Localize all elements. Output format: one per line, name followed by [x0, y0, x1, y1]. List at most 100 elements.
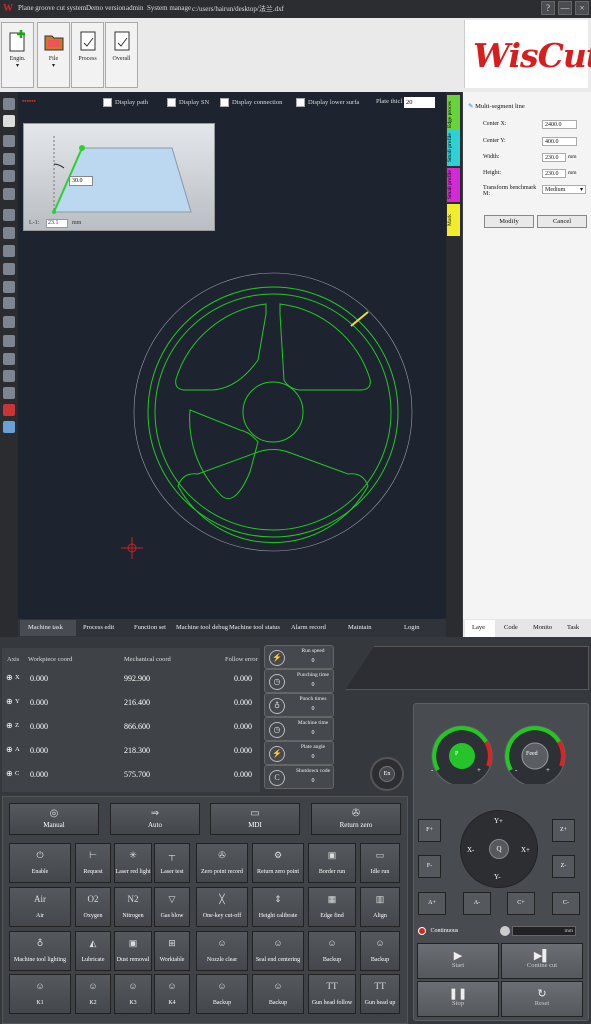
step-input[interactable]: mm — [512, 926, 576, 936]
axis-target-icon[interactable]: ⊕ — [6, 745, 13, 754]
c-minus-button[interactable]: C- — [552, 892, 580, 915]
modify-button[interactable]: Modify — [484, 215, 534, 228]
axis-target-icon[interactable]: ⊕ — [6, 697, 13, 706]
center-x-input[interactable]: 2400.0 — [542, 120, 577, 129]
func-button[interactable]: ▥ Align — [360, 887, 400, 927]
tab-alarm-record[interactable]: Alarm record — [291, 624, 326, 631]
rect-tool-icon[interactable] — [3, 387, 15, 399]
tab-task[interactable]: Task — [567, 624, 579, 631]
func-button[interactable]: ┬ Laser test — [154, 843, 190, 883]
func-button[interactable]: ✳ Laser red light — [114, 843, 152, 883]
y-plus-button[interactable]: Y+ — [494, 817, 503, 825]
func-button[interactable]: ⊞ Worktable — [154, 931, 190, 971]
func-button[interactable]: ☺ K2 — [75, 974, 111, 1014]
grid-tool-icon[interactable] — [3, 421, 15, 433]
tab-edge-process[interactable]: Edge proces — [447, 95, 460, 133]
tab-machine-task[interactable]: Machine task — [28, 624, 63, 631]
mirror-tool-icon[interactable] — [3, 263, 15, 275]
tab-function-set[interactable]: Function set — [134, 624, 166, 631]
power-minus-button[interactable]: - — [431, 766, 433, 774]
tab-small-profile-2[interactable]: Small profile — [447, 168, 460, 202]
drawing-canvas[interactable]: ▪▪▪▪▪▪ Display path Display SN Display c… — [18, 92, 446, 619]
stop-button[interactable]: ❚❚ Stop — [417, 981, 499, 1017]
func-button[interactable]: Air Air — [9, 887, 71, 927]
help-button[interactable]: ? — [541, 1, 555, 15]
tab-mark[interactable]: Mark — [447, 204, 460, 236]
step-radio[interactable] — [500, 926, 510, 936]
back-tool-icon[interactable] — [3, 209, 15, 221]
power-plus-button[interactable]: + — [477, 766, 481, 774]
func-button[interactable]: TT Gun head up — [360, 974, 400, 1014]
close-button[interactable]: × — [575, 1, 589, 15]
c-plus-button[interactable]: C+ — [507, 892, 535, 915]
func-button[interactable]: ▦ Edge find — [308, 887, 356, 927]
func-button[interactable]: ☺ Backup — [252, 974, 304, 1014]
axis-target-icon[interactable]: ⊕ — [6, 769, 13, 778]
func-button[interactable]: ☺ K1 — [9, 974, 71, 1014]
select-tool-icon[interactable] — [3, 98, 15, 110]
q-button[interactable]: Q — [489, 839, 509, 859]
rotate-tool-icon[interactable] — [3, 227, 15, 239]
tab-monitor[interactable]: Monito — [533, 624, 552, 631]
tab-layer[interactable]: Laye — [472, 624, 485, 631]
delete-tool-icon[interactable] — [3, 188, 15, 200]
file-button[interactable]: File ▾ — [37, 22, 70, 88]
func-button[interactable]: ▭ Idle run — [360, 843, 400, 883]
tab-machine-tool-debug[interactable]: Machine tool debug — [176, 624, 228, 631]
func-button[interactable]: N2 Nitrogen — [114, 887, 152, 927]
circle-tool-icon[interactable] — [3, 370, 15, 382]
func-button[interactable]: ♁ Machine tool lighting — [9, 931, 71, 971]
mode-mdi-button[interactable]: ▭ MDI — [210, 803, 300, 835]
func-button[interactable]: ✇ Zero point record — [196, 843, 248, 883]
mode-manual-button[interactable]: ◎ Manual — [9, 803, 99, 835]
func-button[interactable]: ⊢ Request — [75, 843, 111, 883]
transform-benchmark-select[interactable]: Medium ▾ — [542, 185, 586, 194]
minimize-button[interactable]: — — [558, 1, 572, 15]
system-manage-menu[interactable]: System manage — [147, 4, 191, 12]
axis-target-icon[interactable]: ⊕ — [6, 721, 13, 730]
func-button[interactable]: ▣ Border run — [308, 843, 356, 883]
func-button[interactable]: TT Gun head follow — [308, 974, 356, 1014]
tab-process-edit[interactable]: Process edit — [83, 624, 114, 631]
func-button[interactable]: ☺ K3 — [114, 974, 152, 1014]
x-minus-button[interactable]: X- — [467, 846, 474, 854]
tab-machine-tool-status[interactable]: Machine tool status — [229, 624, 280, 631]
func-button[interactable]: ☺ Seal end centering — [252, 931, 304, 971]
fit-tool-icon[interactable] — [3, 153, 15, 165]
line-tool-icon[interactable] — [3, 335, 15, 347]
height-input[interactable]: 230.0 — [542, 169, 566, 178]
x-plus-button[interactable]: X+ — [521, 846, 530, 854]
func-button[interactable]: ☺ Nozzle clear — [196, 931, 248, 971]
record-tool-icon[interactable] — [3, 404, 15, 416]
center-y-input[interactable]: 400.0 — [542, 137, 577, 146]
lead-tool-icon[interactable] — [3, 316, 15, 328]
width-input[interactable]: 230.0 — [542, 153, 566, 162]
tab-code[interactable]: Code — [504, 624, 518, 631]
feed-plus-button[interactable]: + — [546, 766, 550, 774]
func-button[interactable]: ☺ Backup — [196, 974, 248, 1014]
arc-tool-icon[interactable] — [3, 353, 15, 365]
func-button[interactable]: ◭ Lubricate — [75, 931, 111, 971]
func-button[interactable]: ⏻ Enable — [9, 843, 71, 883]
axis-target-icon[interactable]: ⊕ — [6, 673, 13, 682]
func-button[interactable]: ╳ One-key cut-off — [196, 887, 248, 927]
reset-button[interactable]: ↻ Reset — [501, 981, 583, 1017]
feed-minus-button[interactable]: - — [515, 766, 517, 774]
play-tool-icon[interactable] — [3, 115, 15, 127]
tab-maintain[interactable]: Maintain — [348, 624, 371, 631]
func-button[interactable]: ▣ Dust removal — [114, 931, 152, 971]
func-button[interactable]: ⇕ Height calibrate — [252, 887, 304, 927]
enable-knob[interactable]: En — [370, 757, 404, 791]
func-button[interactable]: ☺ Backup — [308, 931, 356, 971]
func-button[interactable]: ☺ K4 — [154, 974, 190, 1014]
continuous-radio[interactable]: Continuous — [418, 925, 498, 938]
tab-login[interactable]: Login — [404, 624, 420, 631]
overall-button[interactable]: Overall — [105, 22, 138, 88]
func-button[interactable]: O2 Oxygen — [75, 887, 111, 927]
engineering-button[interactable]: Engin. ▾ — [1, 22, 34, 88]
z-plus-button[interactable]: Z+ — [552, 819, 575, 842]
cancel-button[interactable]: Cancel — [537, 215, 587, 228]
func-button[interactable]: ☺ Backup — [360, 931, 400, 971]
tab-small-profile-1[interactable]: Small profile — [447, 130, 460, 166]
mode-auto-button[interactable]: ⇒ Auto — [110, 803, 200, 835]
